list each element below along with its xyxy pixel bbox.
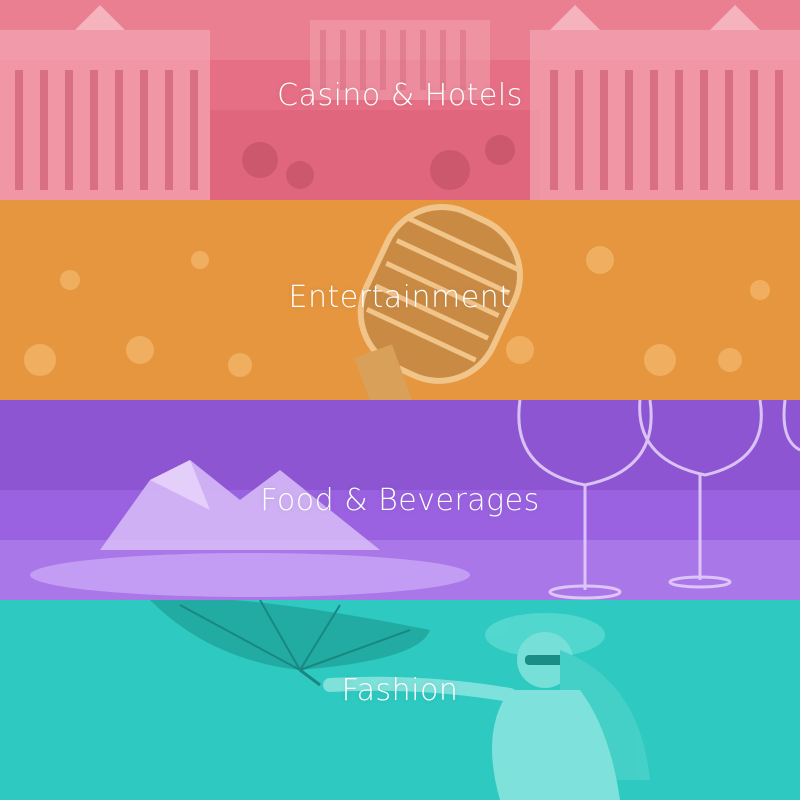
category-list: Casino & Hotels Entertainment Food & Bev… <box>0 0 800 800</box>
category-tile-food-beverages[interactable]: Food & Beverages <box>0 400 800 600</box>
category-label: Entertainment <box>288 280 512 315</box>
category-label: Food & Beverages <box>260 483 540 518</box>
category-tile-casino-hotels[interactable]: Casino & Hotels <box>0 0 800 200</box>
category-label: Casino & Hotels <box>277 78 523 113</box>
category-tile-entertainment[interactable]: Entertainment <box>0 200 800 400</box>
category-label: Fashion <box>341 673 459 708</box>
category-tile-fashion[interactable]: Fashion <box>0 600 800 800</box>
